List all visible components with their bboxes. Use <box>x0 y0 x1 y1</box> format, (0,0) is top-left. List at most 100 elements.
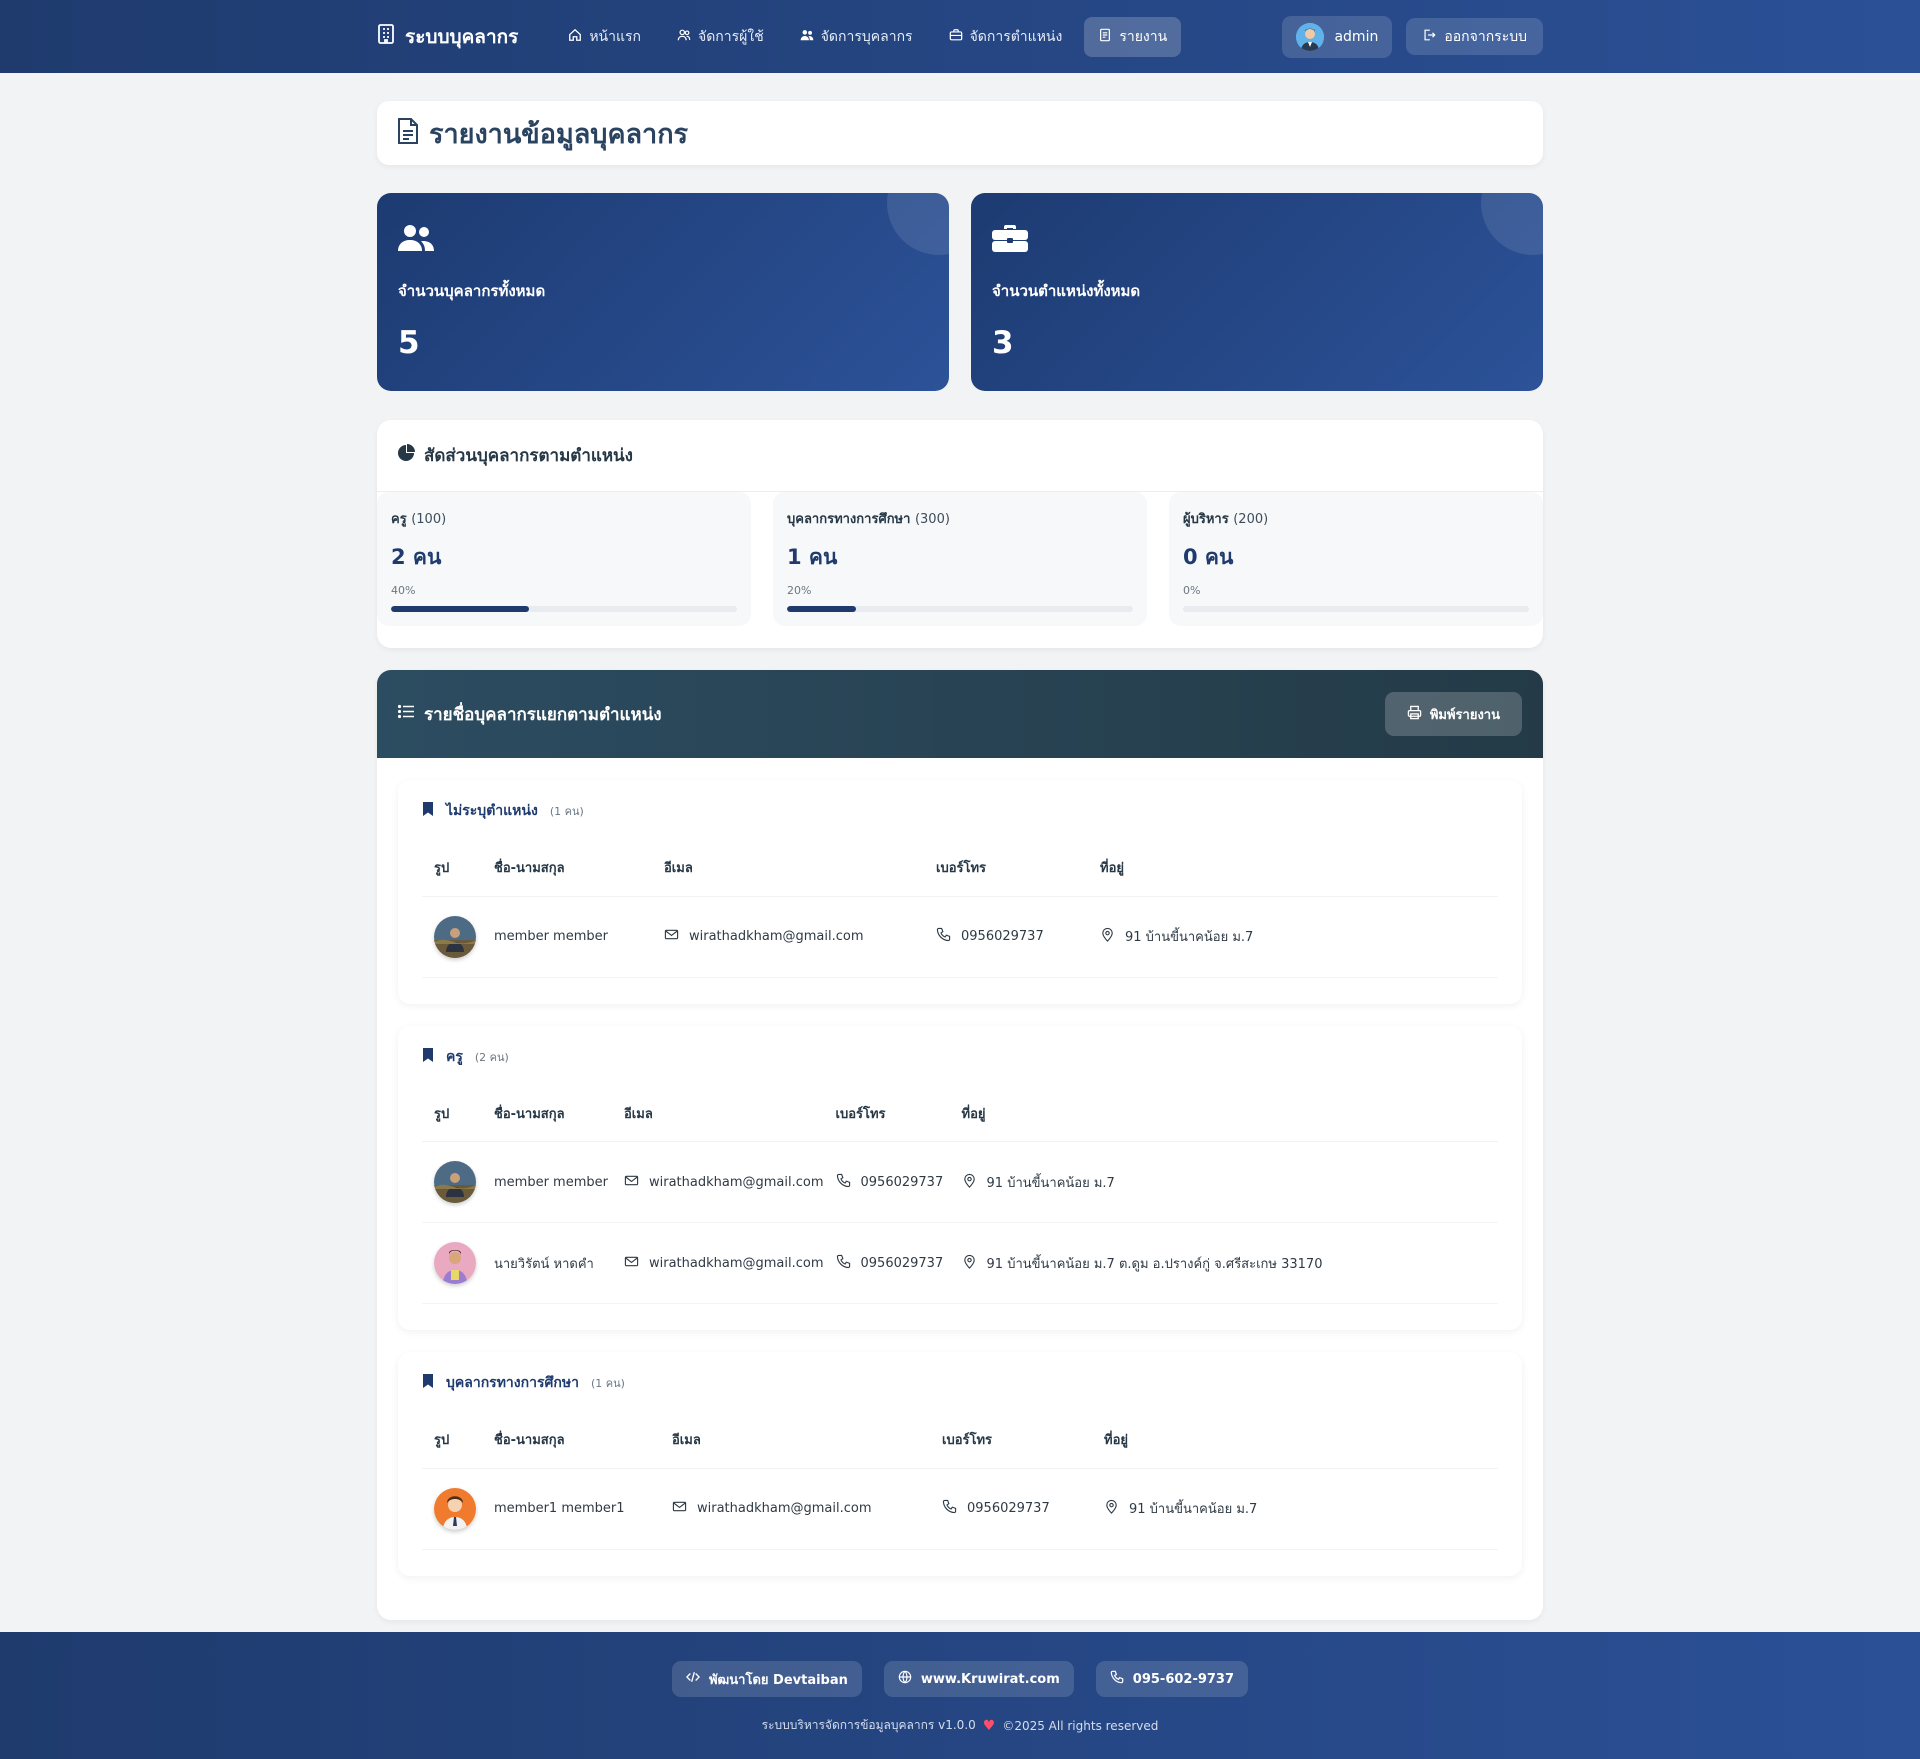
position-groups: ไม่ระบุตำแหน่ง (1 คน) รูป ชื่อ-นามสกุล อีเมล… <box>377 780 1543 1576</box>
bookmark-icon <box>422 1373 434 1393</box>
avatar <box>434 915 476 958</box>
column-header: ที่อยู่ <box>949 1085 1498 1142</box>
phone-cell: 0956029737 <box>924 896 1088 978</box>
avatar <box>434 1242 476 1284</box>
address-text: 91 บ้านขี้นาคน้อย ม.7 <box>986 1175 1115 1191</box>
table-row[interactable]: member member wirathadkham@gmail.com 09560… <box>422 896 1498 978</box>
nav-item-home[interactable]: หน้าแรก <box>554 17 655 57</box>
column-header: เบอร์โทร <box>930 1412 1092 1469</box>
users-icon <box>677 28 691 46</box>
ratio-name: ผู้บริหาร (200) <box>1183 512 1269 527</box>
developer-link[interactable]: พัฒนาโดย Devtaiban <box>671 1661 862 1697</box>
code-icon <box>685 1670 701 1688</box>
email-text: wirathadkham@gmail.com <box>649 1255 824 1271</box>
avatar <box>434 1161 476 1203</box>
list-title-text: รายชื่อบุคลากรแยกตามตำแหน่ง <box>424 704 662 725</box>
heart-icon: ♥ <box>982 1717 996 1734</box>
group-name: ไม่ระบุตำแหน่ง <box>446 803 538 819</box>
nav-item-personnel[interactable]: จัดการบุคลากร <box>786 17 927 57</box>
globe-icon <box>898 1670 912 1688</box>
brand-title: ระบบบุคลากร <box>405 25 519 48</box>
email-text: wirathadkham@gmail.com <box>697 1501 872 1516</box>
nav-item-positions[interactable]: จัดการตำแหน่ง <box>935 17 1077 57</box>
copyright: ระบบบริหารจัดการข้อมูลบุคลากร v1.0.0 ♥ ©… <box>762 1716 1159 1735</box>
name-cell: member member <box>482 896 652 978</box>
group-name: ครู <box>446 1048 463 1065</box>
ratio-section: สัดส่วนบุคลากรตามตำแหน่ง ครู (100) 2 คน … <box>377 420 1543 648</box>
phone-link[interactable]: 095-602-9737 <box>1095 1661 1249 1697</box>
phone-icon <box>836 1254 851 1273</box>
photo-cell <box>422 1468 482 1550</box>
copyright-left: ระบบบริหารจัดการข้อมูลบุคลากร v1.0.0 <box>761 1718 976 1732</box>
phone-icon <box>1110 1670 1124 1688</box>
phone-cell: 0956029737 <box>823 1141 950 1223</box>
nav-right: admin ออกจากระบบ <box>1282 15 1543 58</box>
group-name: บุคลากรทางการศึกษา <box>446 1375 579 1391</box>
list-header: รายชื่อบุคลากรแยกตามตำแหน่ง พิมพ์รายงาน <box>377 670 1543 758</box>
nav-item-label: รายงาน <box>1119 28 1168 45</box>
progress-track <box>391 606 737 612</box>
ratio-title: สัดส่วนบุคลากรตามตำแหน่ง <box>424 446 633 466</box>
progress-fill <box>391 606 530 612</box>
decorative-circle <box>887 193 949 255</box>
bookmark-icon <box>422 801 434 821</box>
ratio-header: สัดส่วนบุคลากรตามตำแหน่ง <box>377 420 1543 492</box>
email-cell: wirathadkham@gmail.com <box>612 1141 824 1223</box>
table-row[interactable]: member1 member1 wirathadkham@gmail.com 095… <box>422 1468 1498 1550</box>
stats-row: จำนวนบุคลากรทั้งหมด 5 จำนวนตำแหน่งทั้งหม… <box>377 193 1543 391</box>
column-header: อีเมล <box>612 1085 824 1142</box>
ratio-name: ครู (100) <box>391 512 447 527</box>
ratio-item-administrator: ผู้บริหาร (200) 0 คน 0% <box>1169 492 1543 626</box>
progress-track <box>1183 606 1529 612</box>
address-text: 91 บ้านขี้นาคน้อย ม.7 <box>1129 1502 1258 1517</box>
home-icon <box>568 28 582 46</box>
table-row[interactable]: member member wirathadkham@gmail.com 09560… <box>422 1141 1498 1223</box>
column-header: อีเมล <box>660 1412 930 1469</box>
brand[interactable]: ระบบบุคลากร <box>377 22 518 52</box>
phone-text: 0956029737 <box>961 929 1044 944</box>
people-icon <box>398 225 434 257</box>
nav-item-reports[interactable]: รายงาน <box>1084 16 1182 57</box>
column-header: ชื่อ-นามสกุล <box>482 1085 612 1142</box>
ratio-item-education-staff: บุคลากรทางการศึกษา (300) 1 คน 20% <box>773 492 1147 626</box>
ratio-percent: 0% <box>1183 584 1201 597</box>
briefcase-icon <box>949 28 963 46</box>
column-header: เบอร์โทร <box>823 1085 950 1142</box>
ratio-code: (100) <box>411 512 447 527</box>
phone-icon <box>936 927 951 946</box>
website-link[interactable]: www.Kruwirat.com <box>883 1661 1074 1697</box>
location-pin-icon <box>1100 927 1115 946</box>
personnel-table: รูป ชื่อ-นามสกุล อีเมล เบอร์โทร ที่อยู่ membe… <box>422 840 1498 978</box>
phone-cell: 0956029737 <box>823 1222 950 1304</box>
column-header: ที่อยู่ <box>1092 1412 1498 1469</box>
phone-text: 0956029737 <box>860 1174 944 1190</box>
stat-label: จำนวนตำแหน่งทั้งหมด <box>992 282 1141 300</box>
address-text: 91 บ้านขี้นาคน้อย ม.7 <box>1125 930 1254 945</box>
bookmark-icon <box>422 1047 434 1067</box>
position-group: บุคลากรทางการศึกษา (1 คน) รูป ชื่อ-นามสกุลอ… <box>398 1352 1522 1576</box>
ratio-code: (300) <box>914 512 950 527</box>
address-cell: 91 บ้านขี้นาคน้อย ม.7 <box>1088 896 1498 978</box>
nav-item-users[interactable]: จัดการผู้ใช้ <box>663 17 778 57</box>
mail-icon <box>624 1173 639 1192</box>
print-label: พิมพ์รายงาน <box>1429 707 1500 723</box>
phone-text: 0956029737 <box>967 1501 1050 1516</box>
logout-button[interactable]: ออกจากระบบ <box>1406 18 1543 55</box>
printer-icon <box>1407 705 1422 724</box>
nav-item-label: หน้าแรก <box>589 28 642 45</box>
column-header: ชื่อ-นามสกุล <box>482 1412 660 1469</box>
ratio-grid: ครู (100) 2 คน 40% บุคลากรทางการศึกษา (3… <box>377 492 1543 626</box>
user-menu[interactable]: admin <box>1282 15 1393 58</box>
print-button[interactable]: พิมพ์รายงาน <box>1384 692 1522 736</box>
mail-icon <box>664 927 679 946</box>
logout-label: ออกจากระบบ <box>1444 28 1527 45</box>
phone-label: 095-602-9737 <box>1132 1671 1235 1687</box>
pie-chart-icon <box>397 444 415 467</box>
personnel-table: รูป ชื่อ-นามสกุล อีเมล เบอร์โทร ที่อยู่ membe… <box>422 1085 1498 1304</box>
stat-card-personnel: จำนวนบุคลากรทั้งหมด 5 <box>377 193 949 391</box>
ratio-percent: 20% <box>787 584 812 597</box>
report-icon <box>1098 28 1112 46</box>
email-cell: wirathadkham@gmail.com <box>652 896 924 978</box>
group-count: (1 คน) <box>590 1377 625 1390</box>
table-row[interactable]: นายวิรัตน์ หาดคำ wirathadkham@gmail.com 09… <box>422 1222 1498 1304</box>
